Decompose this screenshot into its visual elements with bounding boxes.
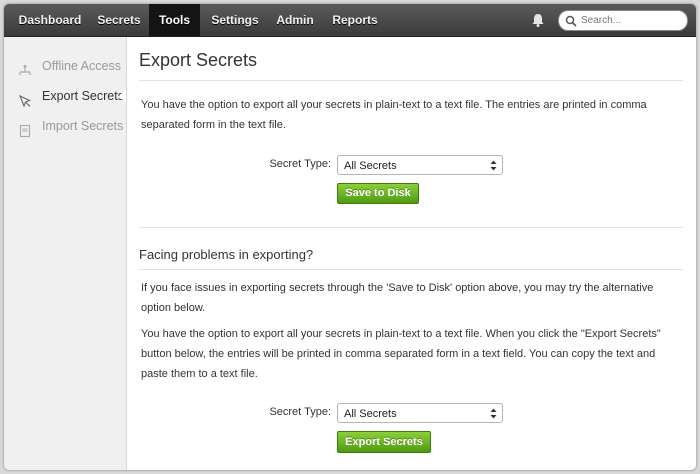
export-icon [18, 89, 32, 108]
nav-secrets[interactable]: Secrets [91, 4, 147, 36]
offline-access-icon [18, 59, 32, 75]
main-content: Export Secrets You have the option to ex… [127, 37, 696, 470]
secret-type-value: All Secrets [344, 160, 397, 172]
import-icon [18, 119, 32, 138]
nav-admin[interactable]: Admin [270, 4, 320, 36]
intro-text: You have the option to export all your s… [141, 99, 647, 131]
sidebar-item-offline-access[interactable]: Offline Access [4, 51, 126, 81]
top-nav-bar: Dashboard Secrets Tools Settings Admin R… [4, 4, 696, 37]
nav-reports[interactable]: Reports [326, 4, 384, 36]
secret-type-value-2: All Secrets [344, 408, 397, 420]
problems-paragraph-1: If you face issues in exporting secrets … [141, 282, 654, 314]
secret-type-select[interactable]: All Secrets [337, 155, 503, 175]
secret-type-select-2[interactable]: All Secrets [337, 403, 503, 423]
sidebar-item-label: Offline Access [42, 59, 121, 73]
active-indicator [119, 89, 126, 103]
app-window: Dashboard Secrets Tools Settings Admin R… [3, 3, 697, 471]
sidebar: Offline Access Export Secrets Import Sec… [4, 37, 127, 470]
sidebar-item-label: Export Secrets [42, 89, 124, 103]
search-icon [565, 14, 577, 27]
search-input[interactable] [581, 13, 681, 27]
problems-heading: Facing problems in exporting? [139, 247, 314, 262]
problems-divider [139, 269, 683, 270]
save-to-disk-button[interactable]: Save to Disk [337, 183, 419, 204]
page-title: Export Secrets [139, 50, 258, 70]
bell-icon[interactable] [530, 12, 546, 28]
title-divider [139, 80, 683, 81]
select-arrows-icon [490, 159, 497, 172]
sidebar-item-label: Import Secrets [42, 119, 124, 133]
select-arrows-icon [490, 407, 497, 420]
secret-type-label-2: Secret Type: [269, 406, 331, 418]
sidebar-item-export-secrets[interactable]: Export Secrets [4, 81, 126, 111]
secret-type-label: Secret Type: [269, 158, 331, 170]
section-divider [139, 227, 683, 228]
nav-tools[interactable]: Tools [149, 4, 200, 36]
sidebar-item-import-secrets[interactable]: Import Secrets [4, 111, 126, 141]
search-box[interactable] [558, 10, 688, 31]
nav-settings[interactable]: Settings [204, 4, 266, 36]
nav-dashboard[interactable]: Dashboard [14, 4, 86, 36]
export-secrets-button[interactable]: Export Secrets [337, 431, 431, 453]
problems-paragraph-2: You have the option to export all your s… [141, 328, 661, 380]
